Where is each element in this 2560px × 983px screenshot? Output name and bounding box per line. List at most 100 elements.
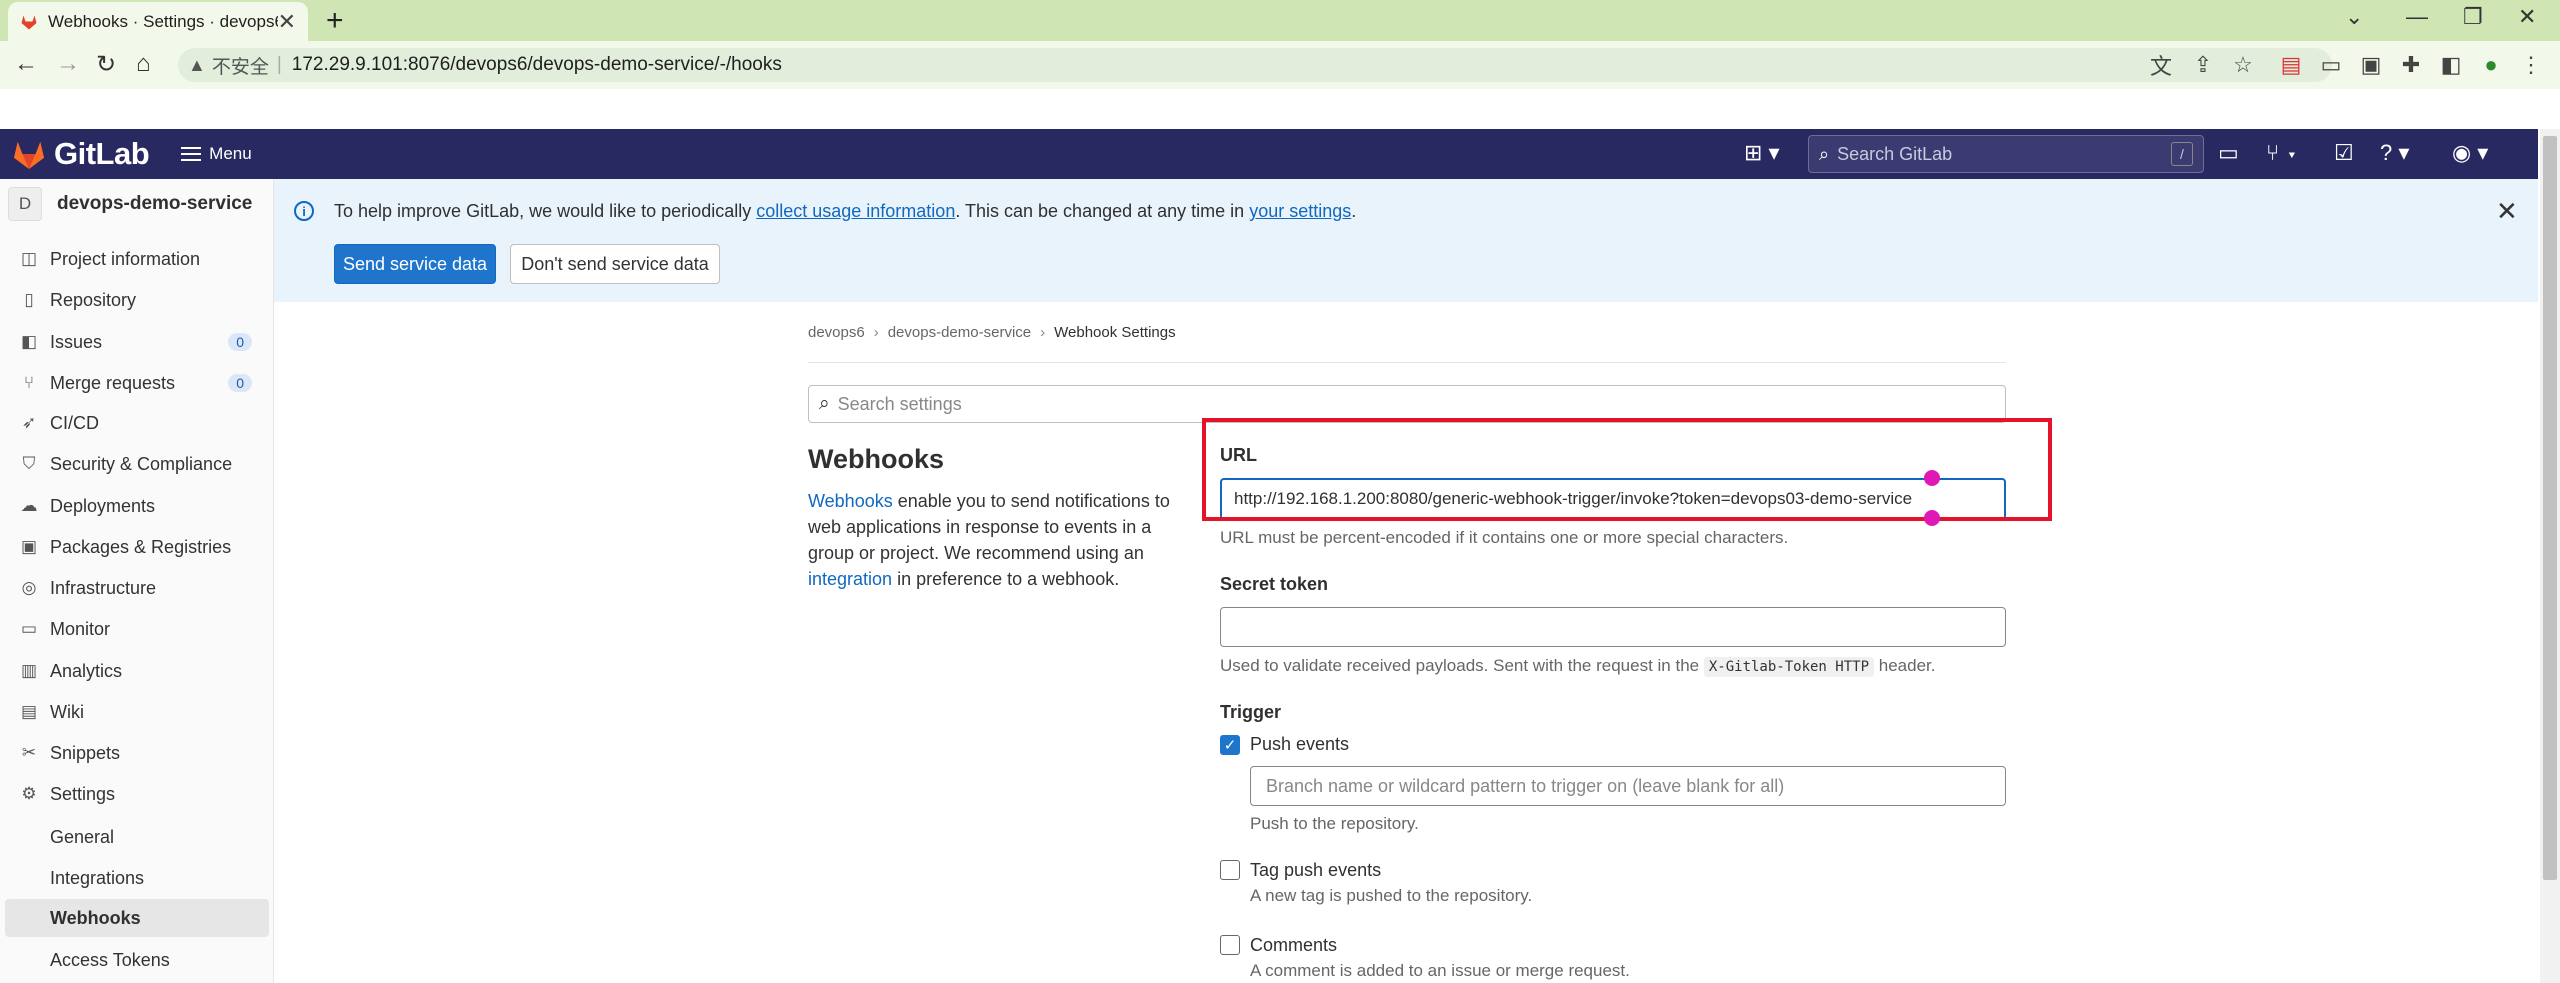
merge-requests-count-badge: 0 — [228, 374, 252, 392]
push-events-checkbox[interactable]: ✓ — [1220, 735, 1240, 755]
sidebar-subitem-label: General — [50, 826, 115, 847]
sidebar-item-security-compliance[interactable]: ⛉ Security & Compliance — [20, 447, 260, 481]
issues-icon: ◧ — [20, 332, 38, 351]
banner-close-icon[interactable]: ✕ — [2496, 196, 2518, 227]
minimize-icon[interactable]: — — [2406, 4, 2428, 30]
sidebar-item-analytics[interactable]: ▥ Analytics — [20, 654, 260, 688]
sidebar-item-monitor[interactable]: ▭ Monitor — [20, 612, 260, 646]
sidebar-subitem-access-tokens[interactable]: Access Tokens — [5, 941, 269, 979]
sidebar-item-label: Merge requests — [50, 372, 176, 393]
banner-message: To help improve GitLab, we would like to… — [334, 201, 1356, 222]
issues-header-icon[interactable]: ▭ — [2218, 140, 2239, 166]
help-icon[interactable]: ? ▾ — [2380, 140, 2409, 166]
todo-icon[interactable]: ☑ — [2334, 140, 2354, 166]
new-tab-button[interactable]: + — [326, 4, 344, 38]
sidebar-item-merge-requests[interactable]: ⑂ Merge requests 0 — [20, 366, 260, 400]
user-avatar-icon[interactable]: ◉ ▾ — [2452, 140, 2488, 166]
tag-push-events-label[interactable]: Tag push events — [1250, 860, 1381, 881]
tab-close-icon[interactable]: ✕ — [278, 9, 296, 35]
extension-red-icon[interactable]: ▤ — [2278, 52, 2304, 78]
comments-label[interactable]: Comments — [1250, 935, 1337, 956]
search-icon: ⌕ — [819, 393, 830, 414]
your-settings-link[interactable]: your settings — [1249, 201, 1351, 221]
sidebar-item-label: Packages & Registries — [50, 536, 232, 557]
profile-icon[interactable]: ● — [2478, 52, 2504, 78]
sidebar-item-project-information[interactable]: ◫ Project information — [20, 242, 260, 276]
sidebar-item-settings[interactable]: ⚙ Settings — [20, 777, 260, 811]
secret-token-input[interactable] — [1220, 607, 2006, 647]
extension-reader-icon[interactable]: ▭ — [2318, 52, 2344, 78]
gitlab-logo[interactable]: GitLab — [12, 136, 150, 172]
back-icon[interactable]: ← — [14, 50, 38, 78]
send-service-data-button[interactable]: Send service data — [334, 244, 496, 284]
url-help-text: URL must be percent-encoded if it contai… — [1220, 528, 1789, 547]
dont-send-service-data-button[interactable]: Don't send service data — [510, 244, 720, 284]
sidebar-item-issues[interactable]: ◧ Issues 0 — [20, 325, 260, 359]
gitlab-search-input[interactable]: ⌕ Search GitLab / — [1808, 135, 2204, 173]
sidebar-project[interactable]: D devops-demo-service — [8, 187, 252, 221]
sidebar-item-wiki[interactable]: ▤ Wiki — [20, 695, 260, 729]
reload-icon[interactable]: ↻ — [96, 50, 116, 79]
browser-tab-strip — [0, 0, 2560, 41]
translate-icon[interactable]: 文 — [2148, 52, 2174, 79]
gitlab-logo-text: GitLab — [54, 136, 150, 171]
tab-search-icon[interactable]: ⌄ — [2345, 4, 2363, 30]
bookmark-star-icon[interactable]: ☆ — [2230, 52, 2256, 78]
comments-checkbox[interactable] — [1220, 935, 1240, 955]
selection-handle-bottom[interactable] — [1924, 510, 1940, 526]
gitlab-tanuki-icon — [13, 141, 45, 170]
sidebar-item-deployments[interactable]: ☁ Deployments — [20, 489, 260, 523]
sidebar-subitem-general[interactable]: General — [5, 818, 269, 856]
not-secure-label: 不安全 — [211, 56, 269, 78]
browser-menu-icon[interactable]: ⋮ — [2518, 52, 2544, 78]
browser-tab[interactable]: Webhooks · Settings · devops6 ✕ — [8, 2, 308, 41]
project-name: devops-demo-service — [57, 193, 253, 214]
home-icon[interactable]: ⌂ — [136, 50, 151, 78]
merge-requests-header-icon[interactable]: ⑂ ▾ — [2266, 140, 2299, 166]
share-icon[interactable]: ⇪ — [2190, 52, 2216, 78]
extensions-puzzle-icon[interactable]: ✚ — [2398, 52, 2424, 78]
monitor-icon: ▭ — [20, 619, 38, 638]
integration-link[interactable]: integration — [808, 569, 892, 589]
issues-count-badge: 0 — [228, 333, 252, 351]
sidebar-subitem-webhooks[interactable]: Webhooks — [5, 899, 269, 937]
restore-icon[interactable]: ❐ — [2463, 4, 2483, 30]
sidebar-item-snippets[interactable]: ✂ Snippets — [20, 736, 260, 770]
address-bar[interactable]: ▲ 不安全 | 172.29.9.101:8076/devops6/devops… — [178, 48, 2332, 82]
sidebar-item-label: Deployments — [50, 495, 156, 516]
sidebar-item-packages-registries[interactable]: ▣ Packages & Registries — [20, 530, 260, 564]
push-events-label[interactable]: Push events — [1250, 734, 1349, 755]
sidebar-item-infrastructure[interactable]: ◎ Infrastructure — [20, 571, 260, 605]
menu-button[interactable]: Menu — [181, 144, 252, 164]
secret-help-code: X-Gitlab-Token HTTP — [1703, 657, 1875, 677]
address-url: 172.29.9.101:8076/devops6/devops-demo-se… — [291, 54, 782, 75]
tag-push-events-checkbox[interactable] — [1220, 860, 1240, 880]
sidebar-item-label: Infrastructure — [50, 577, 157, 598]
extension-badge-icon[interactable]: ▣ — [2358, 52, 2384, 78]
selection-handle-top[interactable] — [1924, 470, 1940, 486]
sidebar-item-label: Settings — [50, 783, 116, 804]
create-new-icon[interactable]: ⊞ ▾ — [1744, 140, 1780, 166]
breadcrumb-current[interactable]: Webhook Settings — [1054, 324, 1175, 341]
scrollbar-thumb[interactable] — [2543, 136, 2557, 880]
secret-token-help: Used to validate received payloads. Sent… — [1220, 656, 1935, 677]
gitlab-favicon-icon — [21, 15, 37, 29]
sidebar-item-repository[interactable]: ▯ Repository — [20, 283, 260, 317]
webhooks-docs-link[interactable]: Webhooks — [808, 491, 893, 511]
sidebar-item-label: Issues — [50, 331, 103, 352]
forward-icon[interactable]: → — [56, 50, 80, 78]
scissors-icon: ✂ — [21, 743, 37, 762]
search-icon: ⌕ — [1819, 143, 1830, 164]
branch-filter-input[interactable]: Branch name or wildcard pattern to trigg… — [1250, 766, 2006, 806]
gear-icon: ⚙ — [21, 784, 37, 803]
push-events-help: Push to the repository. — [1250, 814, 1419, 833]
breadcrumb-project[interactable]: devops-demo-service — [888, 324, 1031, 341]
window-close-icon[interactable]: ✕ — [2518, 4, 2536, 30]
collect-usage-link[interactable]: collect usage information — [756, 201, 955, 221]
breadcrumb-group[interactable]: devops6 — [808, 324, 865, 341]
sidebar-subitem-integrations[interactable]: Integrations — [5, 859, 269, 897]
project-icon: ◫ — [20, 249, 38, 268]
banner-text-before: To help improve GitLab, we would like to… — [334, 201, 757, 221]
sidebar-item-ci-cd[interactable]: ➶ CI/CD — [20, 406, 260, 440]
side-panel-icon[interactable]: ◧ — [2438, 52, 2464, 78]
